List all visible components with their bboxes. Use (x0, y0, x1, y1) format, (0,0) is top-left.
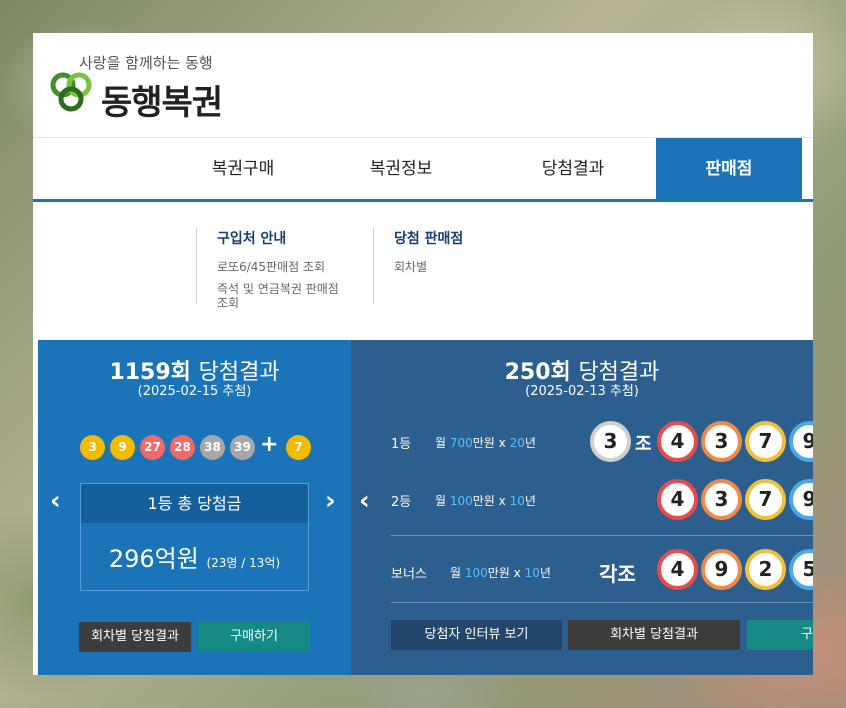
desc-years: 10 (509, 494, 525, 508)
desc-years: 20 (509, 436, 525, 450)
pension-history-button[interactable]: 회차별 당첨결과 (568, 620, 740, 650)
lotto-draw-date: (2025-02-15 추첨) (137, 384, 252, 399)
desc-years: 10 (524, 566, 540, 580)
pension-group-ball: 3 (590, 421, 631, 462)
pension-ball: 9 (789, 421, 813, 462)
dropdown-col-stores: 구입처 안내 로또6/45판매점 조회 즉석 및 연금복권 판매점 조회 (196, 228, 372, 310)
plus-sign: + (260, 432, 279, 457)
lotto-bonus-ball: 7 (286, 435, 311, 460)
pension-divider (391, 535, 813, 536)
logo-slogan: 사랑을 함께하는 동행 (79, 54, 213, 72)
desc-amount: 100 (449, 494, 473, 508)
dropdown-link-lotto-stores[interactable]: 로또6/45판매점 조회 (217, 260, 372, 274)
nav-dropdown: 구입처 안내 로또6/45판매점 조회 즉석 및 연금복권 판매점 조회 당첨 … (33, 202, 813, 340)
lotto-result-panel: 1159회 당첨결과 (2025-02-15 추첨) 3 9 27 28 38 39 + … (38, 340, 351, 675)
pension-ball: 7 (745, 421, 786, 462)
lotto-ball: 9 (110, 435, 135, 460)
pension-ball: 9 (701, 549, 742, 590)
pension-ball: 2 (745, 549, 786, 590)
main-window: 사랑을 함께하는 동행 동행복권 복권구매 복권정보 당첨결과 판매점 구입처 … (33, 33, 813, 675)
lotto-ball: 27 (140, 435, 165, 460)
lotto-buy-button[interactable]: 구매하기 (198, 622, 310, 652)
nav-item-stores[interactable]: 판매점 (656, 138, 802, 200)
lotto-ball: 28 (170, 435, 195, 460)
logo-brand-name[interactable]: 동행복권 (101, 75, 223, 124)
dropdown-link-by-round[interactable]: 회차별 (394, 260, 543, 274)
pension-rank-1-label: 1등 (391, 437, 412, 452)
desc-suffix: 년 (524, 436, 536, 450)
pension-bonus-label: 보너스 (391, 567, 427, 582)
pension-ball: 4 (657, 421, 698, 462)
pension-bonus-desc: 월 100만원 x 10년 (450, 564, 551, 581)
desc-suffix: 년 (524, 494, 536, 508)
pension-draw-date: (2025-02-13 추첨) (525, 384, 639, 399)
desc-mid: 만원 x (472, 494, 510, 508)
lotto-prize-box: 1등 총 당첨금 296억원 (23명 / 13억) (80, 483, 309, 591)
pension-divider (391, 602, 813, 603)
pension-ball: 4 (657, 549, 698, 590)
pension-ball: 7 (745, 479, 786, 520)
pension-rank-2-label: 2등 (391, 495, 412, 510)
lotto-ball: 39 (230, 435, 255, 460)
desc-prefix: 월 (435, 494, 450, 508)
nav-item-info[interactable]: 복권정보 (327, 138, 475, 200)
dropdown-title-winning-stores[interactable]: 당첨 판매점 (394, 228, 543, 248)
pension-each-group-label: 각조 (599, 562, 636, 586)
lotto-prize-detail: (23명 / 13억) (206, 556, 281, 570)
desc-amount: 100 (464, 566, 488, 580)
pension-ball: 4 (657, 479, 698, 520)
pension-ball: 3 (701, 479, 742, 520)
nav-item-purchase[interactable]: 복권구매 (169, 138, 317, 200)
desc-mid: 만원 x (487, 566, 525, 580)
desc-mid: 만원 x (472, 436, 510, 450)
pension-rank-2-desc: 월 100만원 x 10년 (435, 492, 536, 509)
lotto-ball: 38 (200, 435, 225, 460)
lotto-prize-amount: 296억원 (108, 545, 199, 573)
header: 사랑을 함께하는 동행 동행복권 (33, 33, 813, 138)
pension-ball: 3 (701, 421, 742, 462)
clover-logo-icon[interactable] (49, 71, 95, 113)
main-nav: 복권구매 복권정보 당첨결과 판매점 (33, 138, 813, 202)
lotto-prize-label: 1등 총 당첨금 (81, 484, 308, 523)
pension-rank-1-desc: 월 700만원 x 20년 (435, 434, 536, 451)
desc-prefix: 월 (435, 436, 450, 450)
dropdown-col-winning: 당첨 판매점 회차별 (373, 228, 543, 304)
pension-result-panel: 250회 당첨결과 (2025-02-13 추첨) ‹ 1등 월 700만원 x… (351, 340, 813, 675)
dropdown-link-instant-stores[interactable]: 즉석 및 연금복권 판매점 조회 (217, 282, 353, 310)
lotto-prev-arrow-icon[interactable]: ‹ (50, 486, 61, 516)
pension-ball: 9 (789, 479, 813, 520)
desc-suffix: 년 (539, 566, 551, 580)
pension-prev-arrow-icon[interactable]: ‹ (359, 486, 370, 516)
desc-prefix: 월 (450, 566, 465, 580)
lotto-ball: 3 (80, 435, 105, 460)
pension-interview-button[interactable]: 당첨자 인터뷰 보기 (391, 620, 562, 650)
nav-item-results[interactable]: 당첨결과 (499, 138, 647, 200)
lotto-history-button[interactable]: 회차별 당첨결과 (79, 622, 191, 652)
pension-buy-button[interactable]: 구 (747, 620, 813, 650)
lotto-next-arrow-icon[interactable]: › (325, 486, 336, 516)
pension-group-label: 조 (635, 434, 652, 455)
desc-amount: 700 (449, 436, 473, 450)
pension-ball: 5 (789, 549, 813, 590)
lotto-prize-value: 296억원 (23명 / 13억) (81, 523, 308, 574)
dropdown-title-store-guide[interactable]: 구입처 안내 (217, 228, 372, 248)
